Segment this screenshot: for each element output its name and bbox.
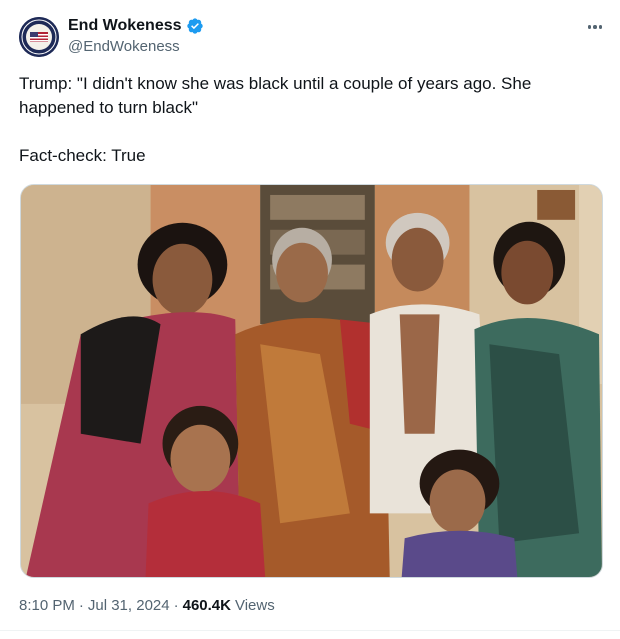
avatar-emblem-icon (19, 17, 59, 57)
family-photo-image (21, 185, 602, 577)
more-options-dot (593, 25, 597, 29)
views-count[interactable]: 460.4K (183, 596, 231, 616)
author-display-name[interactable]: End Wokeness (68, 16, 182, 36)
author-avatar[interactable] (19, 17, 59, 57)
tweet-text: Trump: "I didn't know she was black unti… (19, 72, 599, 168)
tweet-quote-line: Trump: "I didn't know she was black unti… (19, 74, 532, 117)
views-label: Views (234, 597, 275, 614)
tweet-factcheck-line: Fact-check: True (19, 146, 146, 165)
tweet-photo[interactable] (20, 184, 603, 578)
more-options-dot (598, 25, 603, 29)
tweet-metadata: 8:10 PM · Jul 31, 2024 · 460.4K Views (19, 596, 275, 616)
bottom-divider (0, 630, 620, 631)
meta-separator: · (78, 597, 84, 614)
tweet-card: End Wokeness @EndWokeness Trump: "I didn… (0, 0, 620, 639)
author-name-row: End Wokeness (68, 16, 204, 36)
more-options-icon (587, 25, 592, 29)
tweet-date[interactable]: Jul 31, 2024 (88, 596, 170, 616)
verified-badge-icon[interactable] (186, 17, 204, 35)
tweet-time[interactable]: 8:10 PM (19, 596, 75, 616)
meta-separator: · (173, 597, 179, 614)
more-options-button[interactable] (584, 17, 606, 37)
author-handle[interactable]: @EndWokeness (68, 38, 180, 56)
